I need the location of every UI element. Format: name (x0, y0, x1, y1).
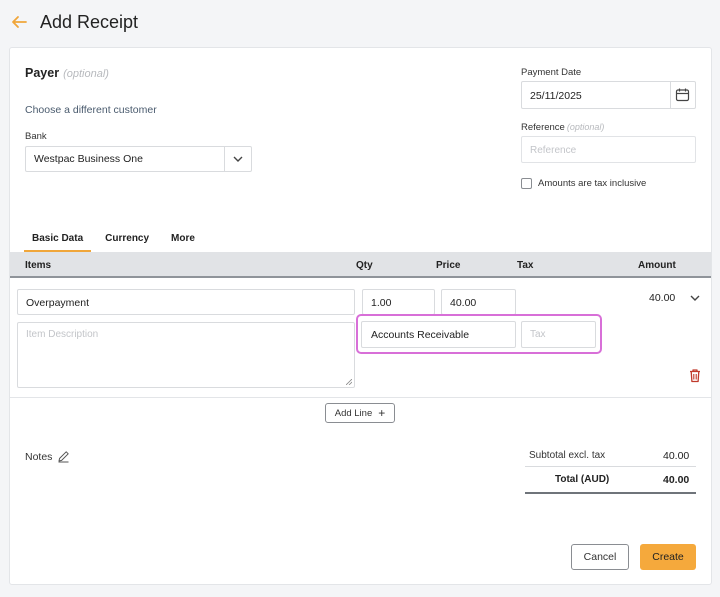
tax-inclusive-label: Amounts are tax inclusive (538, 178, 647, 189)
tax-inclusive-checkbox[interactable] (521, 178, 532, 189)
payment-date-value: 25/11/2025 (530, 90, 582, 102)
tab-basic-data[interactable]: Basic Data (24, 230, 92, 252)
total-value: 40.00 (663, 474, 690, 486)
payment-date-label: Payment Date (521, 67, 582, 78)
item-value: Overpayment (26, 297, 90, 309)
page-title: Add Receipt (40, 12, 139, 32)
item-description-textarea[interactable]: Item Description (17, 322, 355, 388)
payer-optional: (optional) (63, 68, 109, 80)
back-arrow-icon[interactable] (10, 13, 28, 31)
add-line-button[interactable]: Add Line + (325, 403, 395, 423)
reference-placeholder: Reference (530, 145, 577, 156)
add-line-label: Add Line (334, 407, 373, 419)
total-label: Total (AUD) (555, 474, 610, 485)
total-underline (525, 492, 696, 494)
item-description-placeholder: Item Description (26, 329, 99, 340)
tab-more[interactable]: More (163, 230, 203, 252)
items-table-header: Items Qty Price Tax Amount (10, 252, 711, 278)
cancel-button[interactable]: Cancel (571, 544, 629, 570)
column-amount: Amount (638, 260, 676, 271)
price-value: 40.00 (450, 297, 477, 309)
bank-select[interactable]: Westpac Business One (25, 146, 252, 172)
reference-input[interactable]: Reference (521, 136, 696, 163)
notes-section[interactable]: Notes (25, 450, 70, 463)
subtotal-value: 40.00 (663, 450, 690, 462)
qty-value: 1.00 (371, 297, 392, 309)
trash-icon[interactable] (688, 368, 702, 383)
bank-label: Bank (25, 131, 47, 142)
amount-value: 40.00 (649, 292, 676, 304)
row-divider (10, 397, 711, 398)
tax-inclusive-option[interactable]: Amounts are tax inclusive (521, 178, 646, 189)
choose-customer-link[interactable]: Choose a different customer (25, 104, 157, 116)
highlight-box (356, 314, 602, 354)
payer-heading: Payer (optional) (25, 66, 109, 80)
qty-input[interactable]: 1.00 (362, 289, 435, 315)
column-qty: Qty (356, 260, 373, 271)
subtotal-label: Subtotal excl. tax (529, 450, 606, 461)
plus-icon: + (378, 406, 386, 420)
tab-currency[interactable]: Currency (97, 230, 157, 252)
pencil-icon[interactable] (57, 450, 70, 463)
chevron-down-icon[interactable] (232, 154, 244, 164)
create-button[interactable]: Create (640, 544, 696, 570)
notes-label: Notes (25, 450, 53, 463)
bank-value: Westpac Business One (34, 153, 143, 165)
calendar-icon[interactable] (675, 87, 690, 102)
tab-bar: Basic Data Currency More (24, 230, 209, 252)
column-items: Items (25, 260, 52, 271)
price-input[interactable]: 40.00 (441, 289, 516, 315)
payment-date-input[interactable]: 25/11/2025 (521, 81, 696, 109)
header: Add Receipt (0, 0, 720, 46)
payer-title: Payer (25, 66, 60, 80)
column-tax: Tax (517, 260, 534, 271)
reference-optional: (optional) (566, 122, 605, 132)
reference-label-text: Reference (521, 122, 565, 133)
resize-handle-icon[interactable] (346, 379, 352, 385)
totals-divider (525, 466, 696, 467)
expand-row-chevron-icon[interactable] (689, 293, 701, 303)
receipt-form: Payer (optional) Choose a different custo… (9, 47, 712, 585)
item-input[interactable]: Overpayment (17, 289, 355, 315)
reference-label: Reference (optional) (521, 122, 604, 133)
column-price: Price (436, 260, 461, 271)
